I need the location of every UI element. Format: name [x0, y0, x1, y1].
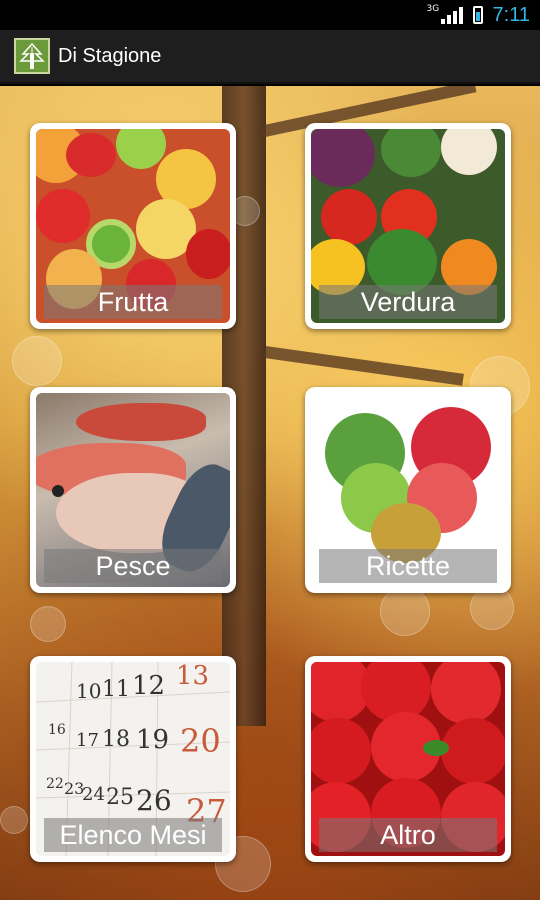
svg-text:13: 13 — [176, 662, 209, 691]
calendar-photo: 10 11 12 13 16 17 18 19 20 22 23 24 25 2… — [36, 662, 230, 856]
svg-text:18: 18 — [102, 727, 130, 752]
tile-label: Altro — [319, 818, 497, 852]
tile-ricette[interactable]: Ricette — [305, 387, 511, 593]
svg-text:17: 17 — [76, 730, 99, 751]
action-bar: Di Stagione — [0, 30, 540, 84]
battery-icon — [472, 6, 483, 24]
svg-text:25: 25 — [106, 785, 134, 810]
tile-verdura[interactable]: Verdura — [305, 123, 511, 329]
fish-photo: Pesce — [36, 393, 230, 587]
network-type: 3G — [426, 4, 440, 14]
signal-icon: 3G — [427, 4, 463, 24]
tile-label: Ricette — [319, 549, 497, 583]
tile-pesce[interactable]: Pesce — [30, 387, 236, 593]
vegetables-photo: Verdura — [311, 129, 505, 323]
status-bar: 3G 7:11 — [0, 0, 540, 30]
tile-elenco-mesi[interactable]: 10 11 12 13 16 17 18 19 20 22 23 24 25 2… — [30, 656, 236, 862]
tree-icon[interactable] — [14, 38, 50, 74]
app-title: Di Stagione — [58, 44, 162, 67]
tile-frutta[interactable]: Frutta — [30, 123, 236, 329]
svg-text:19: 19 — [136, 725, 169, 755]
vegetable-heart-photo: Ricette — [311, 393, 505, 587]
tile-label: Frutta — [44, 285, 222, 319]
svg-text:22: 22 — [46, 776, 64, 792]
strawberries-photo: Altro — [311, 662, 505, 856]
clock: 7:11 — [492, 3, 530, 26]
tile-label: Verdura — [319, 285, 497, 319]
svg-text:16: 16 — [48, 722, 66, 738]
tile-label: Pesce — [44, 549, 222, 583]
svg-text:24: 24 — [82, 784, 105, 805]
tile-altro[interactable]: Altro — [305, 656, 511, 862]
svg-text:11: 11 — [102, 677, 130, 702]
fruit-salad-photo: Frutta — [36, 129, 230, 323]
svg-text:10: 10 — [76, 679, 101, 703]
svg-text:26: 26 — [136, 784, 172, 817]
tile-label: Elenco Mesi — [44, 818, 222, 852]
svg-text:20: 20 — [180, 722, 221, 760]
svg-text:12: 12 — [132, 671, 165, 701]
